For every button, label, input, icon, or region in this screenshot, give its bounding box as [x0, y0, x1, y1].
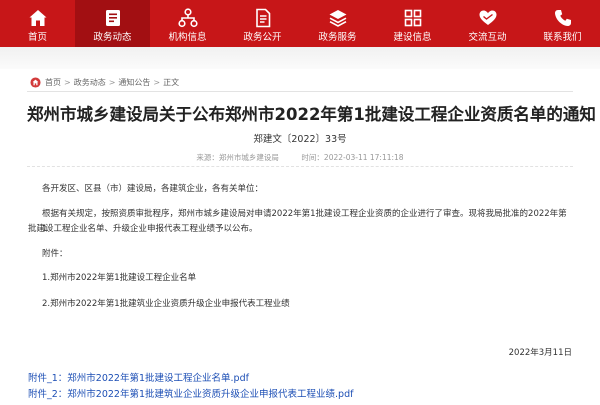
attachment-link-2[interactable]: 附件_2：郑州市2022年第1批建筑业企业资质升级企业申报代表工程业绩.pdf [28, 386, 353, 400]
nav-label: 机构信息 [168, 32, 207, 43]
nav-label: 联系我们 [543, 32, 582, 43]
issue-date: 2022年3月11日 [508, 348, 572, 358]
body-paragraph-line2: 批建设工程企业名单、升级企业申报代表工程业绩予以公布。 [28, 224, 258, 234]
grid-icon [404, 9, 421, 27]
breadcrumb-home-link[interactable]: 首页 [45, 77, 61, 88]
nav-item-government-disclosure[interactable]: 政务公开 [225, 0, 300, 47]
home-icon [29, 10, 46, 26]
nav-label: 首页 [27, 32, 47, 43]
breadcrumb-separator: > [64, 77, 71, 87]
breadcrumb: 首页 > 政务动态 > 通知公告 > 正文 [30, 74, 179, 90]
document-icon [255, 8, 270, 28]
breadcrumb-notices-link[interactable]: 通知公告 [118, 77, 150, 88]
article-title: 郑州市城乡建设局关于公布郑州市2022年第1批建设工程企业资质名单的通知 [27, 105, 596, 124]
nav-item-government-services[interactable]: 政务服务 [300, 0, 375, 47]
content-divider [27, 91, 573, 92]
nav-label: 建设信息 [393, 32, 432, 43]
nav-item-institution-info[interactable]: 机构信息 [150, 0, 225, 47]
nav-label: 交流互动 [468, 32, 507, 43]
top-navigation-bar: 首页 政务动态 机构信息 政务公开 政务服务 建设信息 交流互动 联系我们 [0, 0, 600, 47]
nav-item-government-news[interactable]: 政务动态 [75, 0, 150, 47]
breadcrumb-home-icon [30, 76, 41, 88]
document-number: 郑建文〔2022〕33号 [253, 134, 347, 145]
breadcrumb-separator: > [108, 77, 116, 87]
attachments-label: 附件： [42, 249, 68, 259]
org-chart-icon [177, 8, 198, 28]
article-meta: 来源：郑州市城乡建设局 时间：2022-03-11 17:11:18 [196, 153, 404, 162]
nav-label: 政务服务 [318, 32, 357, 43]
attachment-link-1[interactable]: 附件_1：郑州市2022年第1批建设工程企业名单.pdf [28, 370, 249, 384]
salutation: 各开发区、区县（市）建设局，各建筑企业，各有关单位： [42, 184, 264, 194]
book-icon [105, 10, 120, 26]
nav-item-contact-us[interactable]: 联系我们 [525, 0, 600, 47]
phone-icon [554, 10, 571, 26]
nav-item-construction-info[interactable]: 建设信息 [375, 0, 450, 47]
nav-item-interaction[interactable]: 交流互动 [450, 0, 525, 47]
attachment-item: 1.郑州市2022年第1批建设工程企业名单 [42, 273, 197, 283]
nav-label: 政务公开 [243, 32, 282, 43]
meta-divider [27, 166, 573, 167]
layers-icon [329, 10, 346, 27]
breadcrumb-current: 正文 [163, 77, 180, 87]
nav-label: 政务动态 [93, 32, 132, 43]
attachment-item: 2.郑州市2022年第1批建筑业企业资质升级企业申报代表工程业绩 [42, 299, 290, 309]
breadcrumb-separator: > [153, 77, 161, 87]
nav-item-home[interactable]: 首页 [0, 0, 75, 47]
header-shadow-band [0, 47, 600, 69]
handshake-heart-icon [479, 10, 496, 25]
breadcrumb-news-link[interactable]: 政务动态 [74, 77, 106, 88]
